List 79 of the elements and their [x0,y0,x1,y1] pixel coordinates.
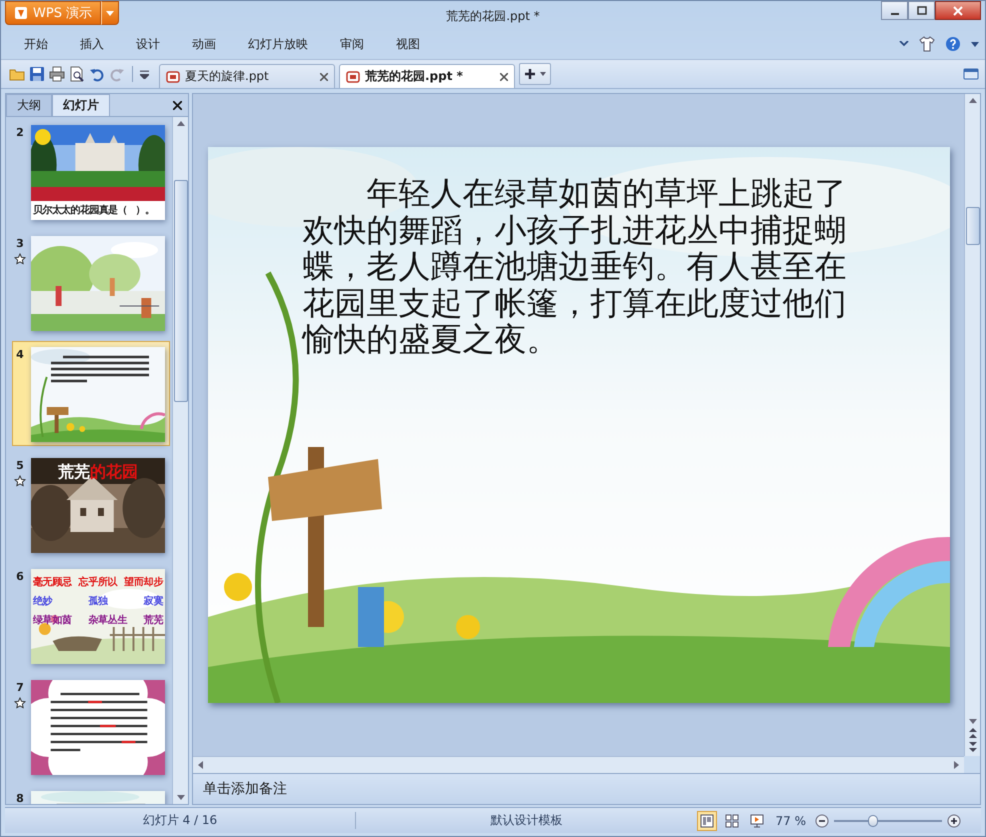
document-tab[interactable]: 夏天的旋律.ppt [159,64,335,88]
close-icon[interactable] [320,72,328,80]
close-icon[interactable] [500,72,508,80]
caret-icon[interactable] [899,41,909,47]
slide-title: 的花园 [90,462,138,481]
scrollbar-thumb[interactable] [174,180,188,402]
maximize-icon [916,6,926,16]
notes-prompt: 单击添加备注 [203,780,287,798]
panel-tab[interactable]: 大纲 [6,94,52,116]
template-name: 默认设计模板 [489,812,564,829]
slide-number: 4 [16,348,24,361]
close-icon [953,6,963,16]
menu-item[interactable]: 动画 [181,32,227,56]
zoom-in-icon[interactable] [947,814,961,828]
zoom-level-text: 77 % [776,814,806,828]
scroll-right-arrow-icon[interactable] [954,761,959,769]
slide-number: 2 [16,126,24,139]
menu-item[interactable]: 审阅 [329,32,375,56]
normal-view-button[interactable] [696,810,716,830]
menu-item[interactable]: 视图 [385,32,431,56]
minimize-icon [890,12,898,14]
notes-area[interactable]: 单击添加备注 [193,773,980,804]
scroll-left-arrow-icon[interactable] [198,761,203,769]
zoom-slider[interactable] [834,814,942,828]
slide-number: 5 [16,459,24,472]
word-label: 忘乎所以 [78,575,118,589]
close-icon[interactable] [173,100,182,110]
caret-icon[interactable] [140,70,149,78]
word-label: 毫无顾忌 [33,575,72,589]
slide-list-item[interactable]: 4 [12,341,170,446]
word-label: 杂草丛生 [88,614,128,627]
document-tab[interactable]: 荒芜的花园.ppt * [339,64,515,88]
minimize-button[interactable] [881,1,908,20]
scrollbar-thumb[interactable] [966,207,980,245]
menu-item[interactable]: 幻灯片放映 [237,32,319,56]
print-preview-icon[interactable] [69,66,85,82]
panel-layout-icon[interactable] [963,66,979,82]
slide-number: 6 [16,570,24,583]
previous-slide-icon[interactable] [968,728,976,738]
app-dropdown-button[interactable] [101,1,120,25]
shirt-icon[interactable] [919,36,935,52]
plus-icon [524,68,536,80]
caret-icon [540,72,546,76]
maximize-button[interactable] [908,1,935,20]
print-icon[interactable] [49,66,65,82]
menu-item[interactable]: 开始 [13,32,59,56]
menu-item[interactable]: 插入 [69,32,115,56]
slide-title: 荒芜 [58,462,90,481]
zoom-out-icon[interactable] [815,814,829,828]
slide-number: 7 [16,681,24,694]
slide-number: 8 [16,792,24,804]
caret-icon[interactable] [971,42,979,46]
slide-number: 3 [16,237,24,250]
logo-icon [14,6,28,20]
word-label: 寂寞 [144,594,163,608]
word-label: 望而却步 [124,576,163,589]
slide-caption: 贝尔太太的花园真是（ ）。 [32,204,156,218]
presentation-file-icon [346,70,360,84]
word-label: 孤独 [88,594,108,608]
scroll-down-arrow-icon[interactable] [176,795,184,800]
word-label: 荒芜 [144,614,163,627]
slide-counter: 幻灯片 4 / 16 [5,812,356,829]
scroll-down-arrow-icon[interactable] [968,719,976,724]
scroll-up-arrow-icon[interactable] [176,121,184,126]
new-tab-button[interactable] [519,63,551,85]
save-icon[interactable] [29,66,45,82]
panel-tab[interactable]: 幻灯片 [52,94,110,116]
window-title: 荒芜的花园.ppt * [446,8,540,25]
help-icon[interactable] [945,36,961,52]
caret-icon [106,10,114,16]
menu-item[interactable]: 设计 [125,32,171,56]
next-slide-icon[interactable] [968,742,976,752]
undo-icon[interactable] [89,66,105,82]
close-button[interactable] [935,1,981,20]
presentation-file-icon [166,70,180,84]
slider-thumb[interactable] [868,814,878,826]
scroll-up-arrow-icon[interactable] [968,98,976,103]
word-label: 绿草如茵 [33,614,72,627]
word-label: 绝妙 [33,594,52,608]
